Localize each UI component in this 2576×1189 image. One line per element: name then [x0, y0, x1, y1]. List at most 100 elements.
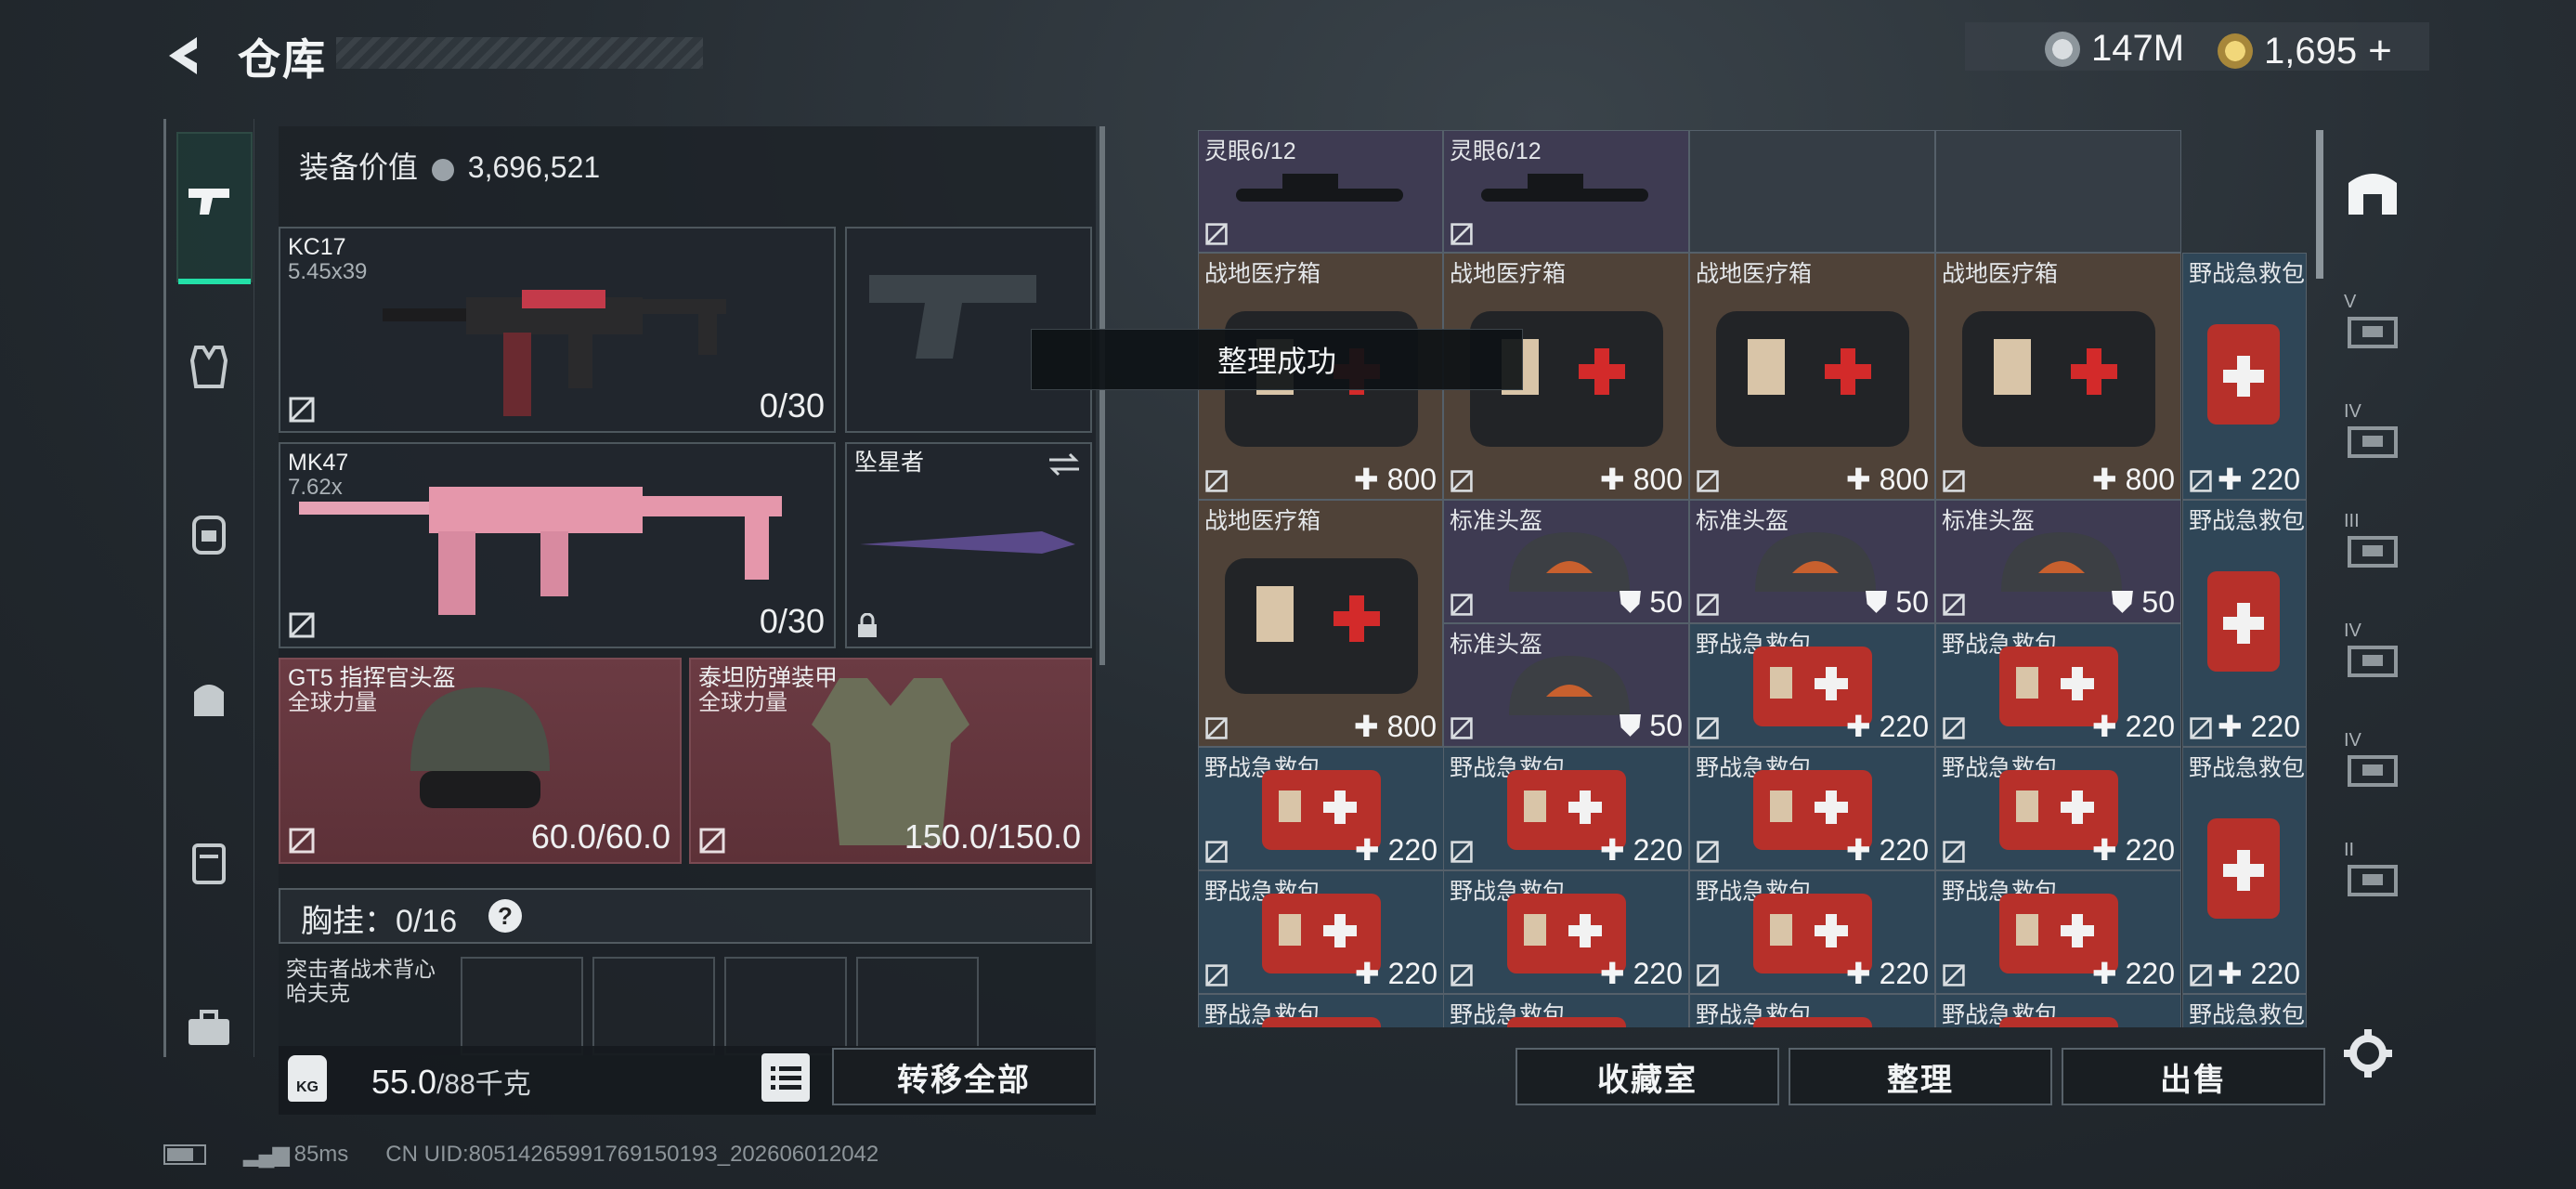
sidebar-item-weapons[interactable]	[176, 169, 241, 234]
chest-pocket-slot[interactable]	[724, 957, 847, 1055]
sort-button[interactable]: 整理	[1789, 1048, 2052, 1105]
lock-icon	[858, 613, 877, 637]
grid-item-first-aid[interactable]: 野战急救包✚ 220	[1198, 994, 1444, 1027]
grid-item-first-aid[interactable]: 野战急救包✚ 220	[1935, 870, 2181, 994]
storage-box-icon	[2348, 425, 2398, 458]
swap-icon[interactable]	[1047, 451, 1081, 477]
primary-weapon-slot-2[interactable]: MK47 7.62x 0/30	[279, 442, 836, 648]
settings-button[interactable]	[2340, 1026, 2396, 1081]
tab-storage-3[interactable]: III	[2331, 498, 2414, 581]
sidebar-item-armor[interactable]	[176, 334, 241, 399]
primary-weapon-slot-1[interactable]: KC17 5.45x39 0/30	[279, 227, 836, 433]
add-currency-icon[interactable]: +	[2368, 28, 2392, 74]
case-icon	[192, 843, 226, 884]
sidebar-item-toolbox[interactable]	[176, 996, 241, 1061]
grid-scrollbar[interactable]	[2316, 130, 2323, 279]
melee-slot[interactable]: 坠星者	[845, 442, 1092, 648]
grid-item-first-aid[interactable]: 野战急救包✚ 220	[1935, 994, 2181, 1027]
tab-storage-1[interactable]: V	[2331, 279, 2414, 362]
title-decoration	[336, 37, 703, 69]
sidebar-item-backpack[interactable]	[176, 500, 241, 565]
sidebar-item-case[interactable]	[176, 830, 241, 895]
help-icon[interactable]: ?	[488, 899, 522, 933]
grid-item-first-aid[interactable]: 野战急救包✚ 220	[1198, 747, 1444, 870]
sell-button[interactable]: 出售	[2062, 1048, 2325, 1105]
silver-coin-icon	[2045, 31, 2080, 67]
item-name: 野战急救包	[2189, 508, 2306, 534]
carry-weight-max: /88千克	[436, 1069, 531, 1100]
item-durability: ✚ 220	[1845, 957, 1929, 990]
helmet-slot[interactable]: GT5 指挥官头盔 全球力量 60.0/60.0	[279, 658, 682, 864]
tab-all-storage[interactable]	[2331, 149, 2414, 232]
page-title: 仓库	[238, 35, 327, 84]
gold-currency[interactable]: 1,695 +	[2218, 28, 2392, 74]
gold-coin-icon	[2218, 33, 2253, 69]
first-aid-kit-icon	[1262, 1017, 1381, 1027]
chest-pocket-slot[interactable]	[461, 957, 583, 1055]
storage-tabs: V IV III IV IV II	[2331, 279, 2414, 1022]
vault-button[interactable]: 收藏室	[1516, 1048, 1779, 1105]
item-durability: ✚ 220	[2217, 710, 2300, 743]
tab-storage-6[interactable]: II	[2331, 827, 2414, 910]
tab-storage-4[interactable]: IV	[2331, 608, 2414, 691]
grid-item-first-aid[interactable]: 野战急救包✚ 220	[1689, 623, 1935, 747]
no-insure-icon	[1205, 841, 1228, 863]
carry-weight-value: 55.0	[371, 1063, 437, 1101]
grid-item-first-aid[interactable]: 野战急救包✚ 220	[1689, 747, 1935, 870]
no-insure-icon	[2190, 717, 2212, 739]
grid-item-first-aid[interactable]: 野战急救包✚ 220	[2182, 747, 2307, 994]
item-value: 220	[2250, 957, 2300, 990]
grid-item-first-aid[interactable]: 野战急救包 ✚ 220	[2182, 500, 2307, 747]
armor-slot[interactable]: 泰坦防弹装甲 全球力量 150.0/150.0	[689, 658, 1092, 864]
armor-brand: 全球力量	[698, 690, 787, 715]
item-value: 220	[2125, 710, 2175, 743]
transfer-all-button[interactable]: 转移全部	[832, 1048, 1096, 1105]
first-aid-kit-icon	[1753, 1017, 1872, 1027]
item-durability: ✚ 220	[1354, 833, 1438, 867]
pistol-placeholder-icon	[869, 275, 1036, 359]
item-value: 220	[1879, 833, 1929, 867]
first-aid-items: 野战急救包 ✚ 220 野战急救包 ✚ 220 野战急救包 ✚ 220 野战急救包 ✚ 220…	[1198, 130, 2182, 1027]
armor-durability: 150.0/150.0	[904, 817, 1081, 856]
user-uid: CN UID:8051426599176915019З_202606012042	[385, 1141, 879, 1167]
grid-item-first-aid[interactable]: 野战急救包✚ 220	[1935, 623, 2181, 747]
tab-tier-label: IV	[2344, 620, 2361, 641]
weapon-ammo-count: 0/30	[759, 386, 825, 425]
first-aid-kit-icon	[2207, 324, 2280, 425]
carry-weight: 55.0/88千克	[371, 1061, 531, 1102]
no-insure-icon	[1697, 964, 1719, 986]
back-arrow-icon[interactable]	[160, 32, 208, 80]
first-aid-kit-icon	[1507, 1017, 1626, 1027]
weapon-ammo-count: 0/30	[759, 602, 825, 640]
grid-item-first-aid[interactable]: 野战急救包✚ 220	[1443, 870, 1689, 994]
grid-item-first-aid[interactable]: 野战急救包✚ 220	[1443, 994, 1689, 1027]
pink-rifle-icon	[299, 487, 782, 615]
gear-icon	[2344, 1029, 2392, 1078]
grid-item-first-aid[interactable]: 野战急救包	[2182, 994, 2307, 1027]
backpack-icon	[192, 516, 226, 555]
grid-item-first-aid[interactable]: 野战急救包✚ 220	[1689, 994, 1935, 1027]
chest-rig-slot[interactable]: 突击者战术背心 哈夫克	[279, 957, 446, 1055]
storage-box-icon	[2348, 316, 2398, 348]
item-value: 220	[1633, 957, 1683, 990]
pistol-icon	[189, 189, 229, 215]
sidebar-item-bag[interactable]	[176, 665, 241, 730]
list-view-button[interactable]	[761, 1053, 810, 1102]
grid-item-first-aid[interactable]: 野战急救包✚ 220	[1443, 747, 1689, 870]
tab-storage-2[interactable]: IV	[2331, 388, 2414, 472]
grid-item-first-aid[interactable]: 野战急救包✚ 220	[1198, 870, 1444, 994]
tab-storage-5[interactable]: IV	[2331, 717, 2414, 801]
equipment-scrollbar[interactable]	[1099, 126, 1105, 665]
grid-item-first-aid[interactable]: 野战急救包✚ 220	[1935, 747, 2181, 870]
chest-pocket-slot[interactable]	[592, 957, 715, 1055]
helmet-brand: 全球力量	[288, 690, 377, 715]
storage-box-icon	[2348, 754, 2398, 787]
vest-icon	[189, 346, 228, 388]
item-value: 220	[1387, 833, 1438, 867]
grid-item-first-aid[interactable]: 野战急救包✚ 220	[2182, 253, 2307, 500]
silver-amount: 147M	[2091, 28, 2185, 69]
melee-name: 坠星者	[854, 450, 925, 476]
chest-pocket-slot[interactable]	[856, 957, 979, 1055]
no-insure-icon	[1205, 964, 1228, 986]
grid-item-first-aid[interactable]: 野战急救包✚ 220	[1689, 870, 1935, 994]
